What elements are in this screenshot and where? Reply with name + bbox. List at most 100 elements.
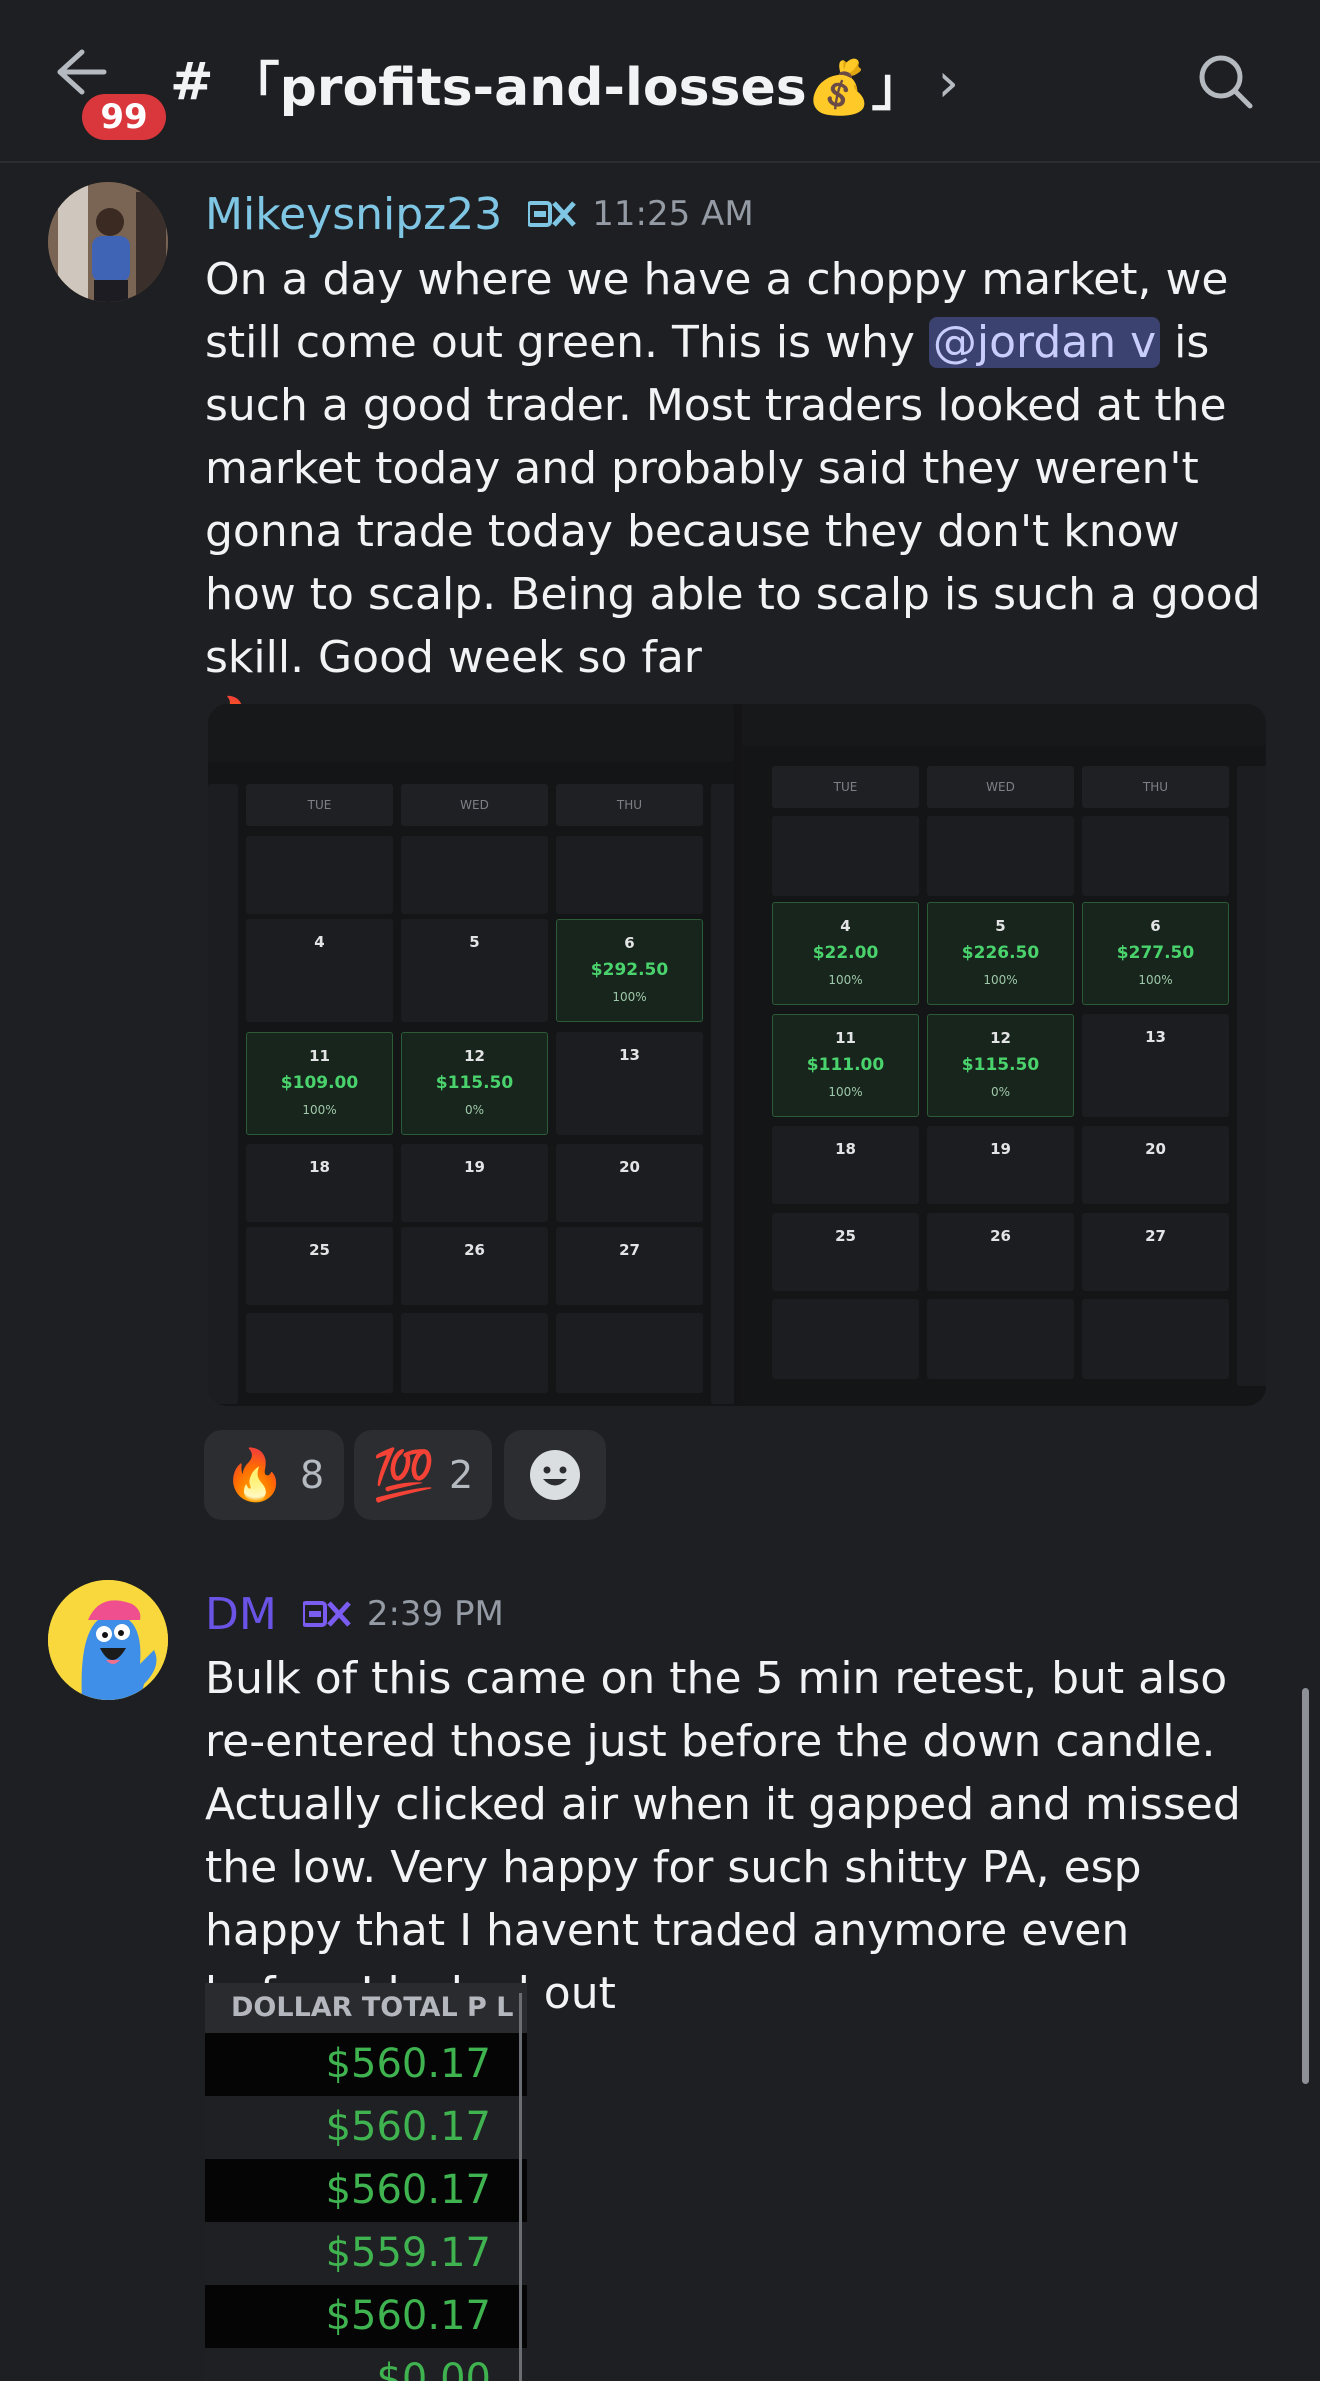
calendar-day-cell[interactable]: 19: [927, 1126, 1074, 1204]
day-number: 6: [624, 934, 635, 952]
add-reaction-button[interactable]: [504, 1430, 606, 1520]
pnl-table-image[interactable]: DOLLAR TOTAL P L $560.17 $560.17 $560.17…: [205, 1983, 527, 2381]
calendar-cell: [246, 1313, 393, 1393]
calendar-cell: [927, 816, 1074, 896]
timestamp: 2:39 PM: [366, 1594, 504, 1634]
calendar-day-cell[interactable]: 4: [246, 919, 393, 1022]
weekday-header: WED: [401, 784, 548, 826]
win-rate: 100%: [828, 973, 863, 987]
day-number: 13: [619, 1046, 640, 1064]
day-number: 13: [1145, 1028, 1166, 1046]
weekday-header: THU: [1082, 766, 1229, 808]
table-row: $560.17: [205, 2159, 527, 2222]
calendar-day-cell[interactable]: 5: [401, 919, 548, 1022]
reaction-count: 8: [300, 1453, 325, 1497]
day-number: 19: [990, 1140, 1011, 1158]
table-row: $560.17: [205, 2285, 527, 2348]
calendar-day-cell[interactable]: 18: [772, 1126, 919, 1204]
calendar-day-cell[interactable]: 26: [927, 1213, 1074, 1291]
calendar-cell: [246, 836, 393, 914]
message-text-part: is such a good trader. Most traders look…: [205, 317, 1261, 683]
table-row: $559.17: [205, 2222, 527, 2285]
calendar-day-cell[interactable]: 13: [1082, 1014, 1229, 1117]
image-attachments[interactable]: TUE WED THU 4 5 6 $292.50 100% 11 $109.00 100% 12 $1…: [208, 704, 1266, 1406]
calendar-day-cell[interactable]: 25: [246, 1227, 393, 1305]
day-number: 4: [314, 933, 325, 951]
reaction-fire[interactable]: 🔥 8: [204, 1430, 344, 1520]
day-number: 4: [840, 917, 851, 935]
day-number: 25: [835, 1227, 856, 1245]
win-rate: 0%: [464, 1103, 485, 1117]
weekday-header: WED: [927, 766, 1074, 808]
calendar-day-cell[interactable]: 12 $115.50 0%: [927, 1014, 1074, 1117]
channel-header: 99 # 「profits-and-losses💰」 ›: [0, 0, 1320, 163]
calendar-day-cell[interactable]: 20: [1082, 1126, 1229, 1204]
win-rate: 100%: [983, 973, 1018, 987]
scrollbar[interactable]: [1302, 1688, 1309, 2084]
unread-badge: 99: [82, 94, 166, 140]
author-name[interactable]: Mikeysnipz23: [205, 189, 502, 240]
channel-name: 「profits-and-losses💰」: [227, 57, 924, 118]
pnl-amount: $292.50: [590, 960, 669, 980]
channel-title[interactable]: # 「profits-and-losses💰」 ›: [170, 42, 959, 122]
day-number: 25: [309, 1241, 330, 1259]
message-header: Mikeysnipz23 11:25 AM: [205, 184, 754, 244]
calendar-screenshot-1[interactable]: TUE WED THU 4 5 6 $292.50 100% 11 $109.00 100% 12 $1…: [208, 704, 734, 1406]
calendar-day-cell[interactable]: 25: [772, 1213, 919, 1291]
calendar-cell: [772, 816, 919, 896]
user-mention[interactable]: @jordan v: [928, 317, 1161, 368]
calendar-day-cell[interactable]: 12 $115.50 0%: [401, 1032, 548, 1135]
calendar-day-cell[interactable]: 13: [556, 1032, 703, 1135]
pnl-amount: $226.50: [961, 943, 1040, 963]
calendar-day-cell[interactable]: 18: [246, 1144, 393, 1222]
calendar-day-cell[interactable]: 11 $109.00 100%: [246, 1032, 393, 1135]
search-button[interactable]: [1190, 46, 1262, 118]
message-text: Bulk of this came on the 5 min retest, b…: [205, 1653, 1241, 2019]
calendar-cell: [1082, 816, 1229, 896]
calendar-day-cell[interactable]: 6 $292.50 100%: [556, 919, 703, 1022]
day-number: 12: [464, 1047, 485, 1065]
table-row: $560.17: [205, 2096, 527, 2159]
timestamp: 11:25 AM: [592, 194, 754, 234]
calendar-screenshot-2[interactable]: TUE WED THU 4 $22.00 100% 5 $226.50 100% 6 $277.50…: [742, 704, 1266, 1406]
calendar-day-cell[interactable]: 11 $111.00 100%: [772, 1014, 919, 1117]
calendar-cell-partial: [711, 784, 734, 1404]
avatar[interactable]: [48, 182, 168, 302]
day-number: 18: [835, 1140, 856, 1158]
calendar-cell-partial: [208, 784, 238, 1404]
reaction-hundred[interactable]: 💯 2: [354, 1430, 492, 1520]
calendar-cell: [401, 836, 548, 914]
hash-icon: #: [170, 52, 214, 112]
hundred-emoji: 💯: [372, 1445, 436, 1504]
day-number: 26: [464, 1241, 485, 1259]
calendar-day-cell[interactable]: 27: [1082, 1213, 1229, 1291]
author-name[interactable]: DM: [205, 1589, 277, 1640]
calendar-day-cell[interactable]: 4 $22.00 100%: [772, 902, 919, 1005]
weekday-header: TUE: [772, 766, 919, 808]
pnl-amount: $277.50: [1116, 943, 1195, 963]
message-text: On a day where we have a choppy market, …: [205, 248, 1275, 752]
pnl-amount: $115.50: [961, 1055, 1040, 1075]
calendar-day-cell[interactable]: 20: [556, 1144, 703, 1222]
day-number: 11: [835, 1029, 856, 1047]
day-number: 6: [1150, 917, 1161, 935]
day-number: 27: [1145, 1227, 1166, 1245]
message-header: DM 2:39 PM: [205, 1584, 504, 1644]
win-rate: 0%: [990, 1085, 1011, 1099]
add-reaction-icon: [530, 1450, 580, 1500]
cartoon-avatar-icon: [48, 1580, 168, 1700]
win-rate: 100%: [1138, 973, 1173, 987]
search-icon: [1199, 55, 1253, 109]
calendar-day-cell[interactable]: 6 $277.50 100%: [1082, 902, 1229, 1005]
ex-server-tag-icon: [302, 1601, 351, 1627]
calendar-day-cell[interactable]: 19: [401, 1144, 548, 1222]
reaction-count: 2: [449, 1453, 474, 1497]
avatar[interactable]: [48, 1580, 168, 1700]
calendar-day-cell[interactable]: 26: [401, 1227, 548, 1305]
calendar-day-cell[interactable]: 27: [556, 1227, 703, 1305]
calendar-day-cell[interactable]: 5 $226.50 100%: [927, 902, 1074, 1005]
day-number: 19: [464, 1158, 485, 1176]
pnl-amount: $109.00: [280, 1073, 359, 1093]
table-header: DOLLAR TOTAL P L: [205, 1983, 527, 2033]
win-rate: 100%: [828, 1085, 863, 1099]
